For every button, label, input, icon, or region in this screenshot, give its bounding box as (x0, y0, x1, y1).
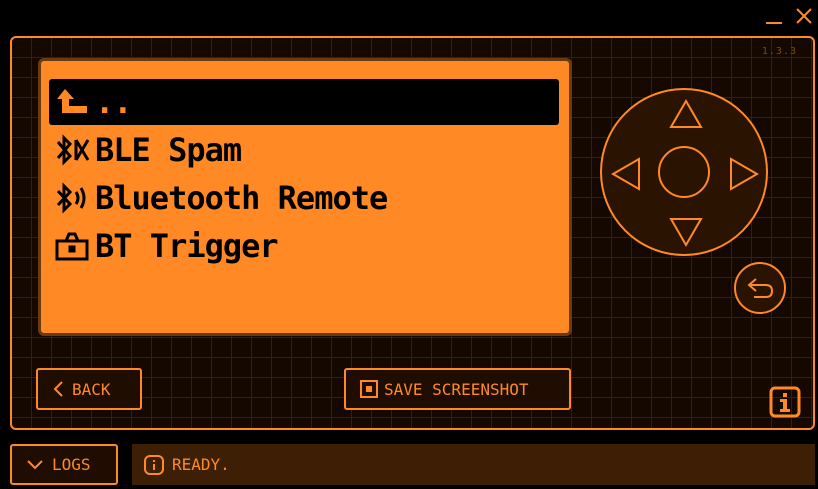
status-text: READY. (172, 455, 230, 474)
back-button[interactable]: BACK (36, 368, 142, 410)
triangle-right-icon (730, 157, 760, 191)
device-panel: 1.3.3 .. BLE Spam Bluetooth Remote BT Tr… (10, 36, 815, 430)
menu-item-ble-spam[interactable]: BLE Spam (49, 127, 559, 173)
back-button-label: BACK (72, 379, 111, 399)
info-button[interactable] (769, 386, 801, 418)
save-icon (360, 380, 378, 398)
dpad-left-button[interactable] (610, 156, 642, 192)
device-screen: .. BLE Spam Bluetooth Remote BT Trigger (38, 58, 572, 336)
save-screenshot-label: SAVE SCREENSHOT (384, 379, 529, 399)
menu-item-bt-trigger[interactable]: BT Trigger (49, 223, 559, 269)
dpad-right-button[interactable] (728, 156, 760, 192)
triangle-left-icon (610, 157, 640, 191)
close-icon[interactable] (794, 6, 814, 26)
camera-icon (49, 223, 95, 269)
menu-item-label: .. (95, 83, 133, 121)
bluetooth-signal-icon (49, 175, 95, 221)
triangle-down-icon (669, 218, 703, 248)
chevron-left-icon (53, 381, 63, 397)
save-screenshot-button[interactable]: SAVE SCREENSHOT (344, 368, 571, 410)
dpad-ok-button[interactable] (658, 146, 710, 198)
version-label: 1.3.3 (761, 46, 797, 57)
chevron-down-icon (27, 459, 43, 469)
dpad (600, 88, 768, 256)
logs-button-label: LOGS (52, 455, 91, 474)
return-arrow-icon (747, 278, 774, 298)
status-bar: READY. (132, 444, 815, 485)
window-titlebar (0, 0, 818, 32)
device-back-button[interactable] (734, 262, 786, 314)
dpad-down-button[interactable] (668, 216, 704, 248)
bluetooth-spam-icon (49, 127, 95, 173)
dpad-up-button[interactable] (668, 98, 704, 130)
menu-item-bluetooth-remote[interactable]: Bluetooth Remote (49, 175, 559, 221)
triangle-up-icon (669, 98, 703, 128)
minimize-icon[interactable] (764, 6, 784, 26)
up-arrow-icon (49, 79, 95, 125)
menu-item-label: Bluetooth Remote (95, 179, 388, 217)
info-icon (144, 454, 164, 475)
menu-item-label: BLE Spam (95, 131, 242, 169)
menu-item-label: BT Trigger (95, 227, 279, 265)
info-icon (769, 386, 801, 418)
menu-item-parent[interactable]: .. (49, 79, 559, 125)
logs-button[interactable]: LOGS (10, 444, 118, 485)
